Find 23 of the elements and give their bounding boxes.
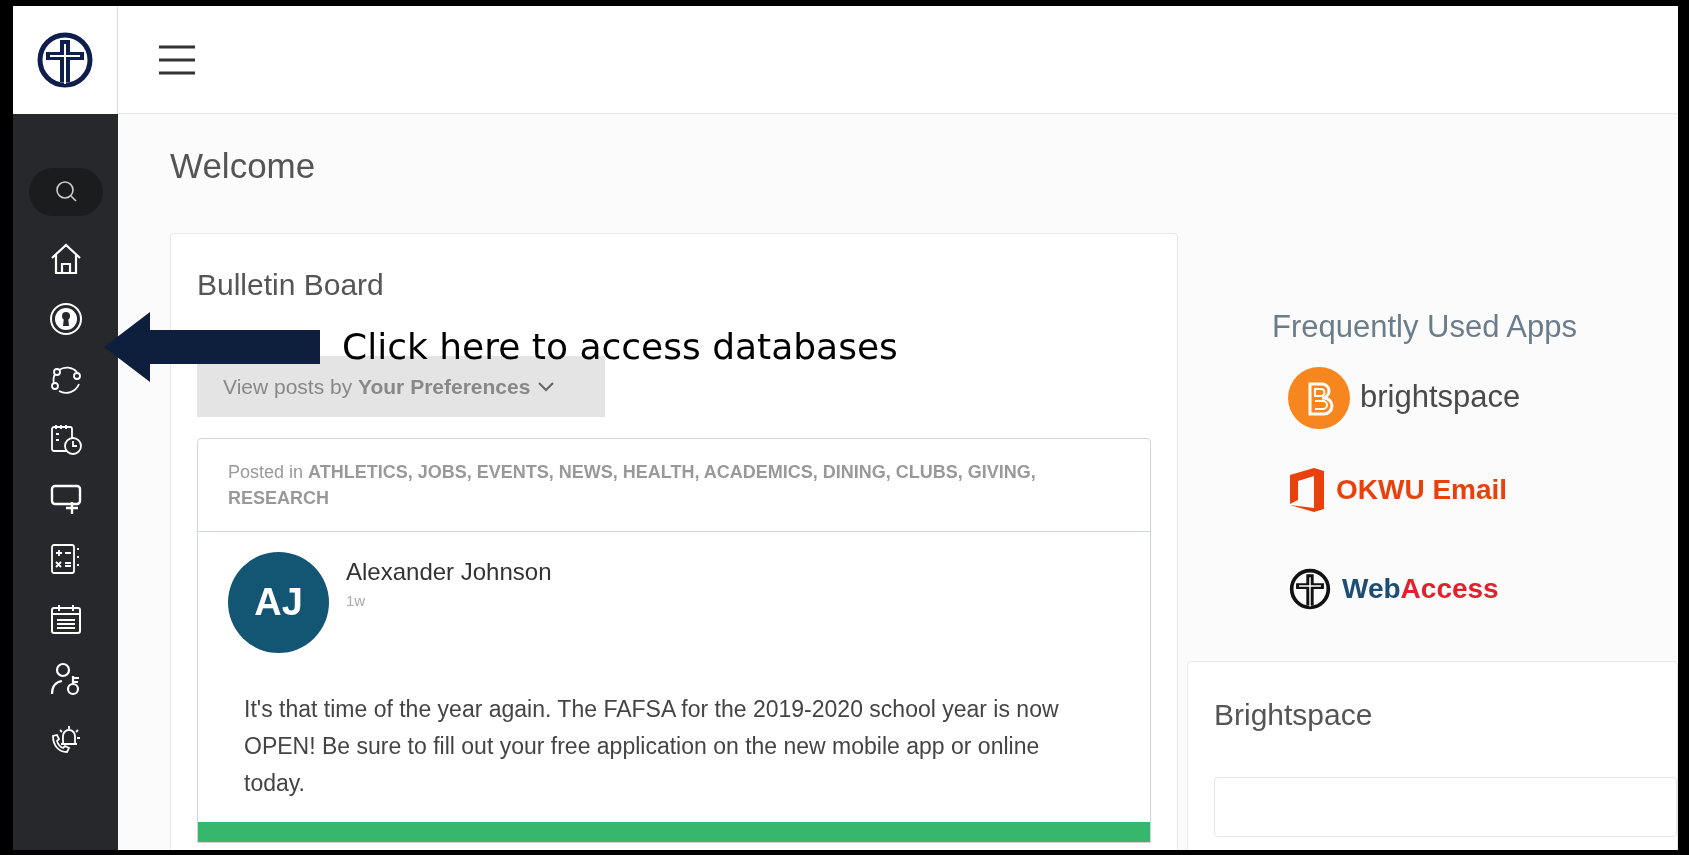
menu-icon[interactable] (158, 43, 196, 76)
calendar-list-icon[interactable] (48, 602, 83, 636)
screen-plus-icon[interactable] (48, 482, 83, 516)
brightspace-panel-title: Brightspace (1214, 696, 1374, 733)
calendar-clock-icon[interactable] (48, 422, 83, 456)
keyhole-icon[interactable] (48, 302, 83, 336)
bulletin-board-title: Bulletin Board (197, 266, 385, 303)
cross-logo-icon (1288, 566, 1332, 611)
author-name: Alexander Johnson (346, 557, 552, 588)
chevron-down-icon (538, 381, 555, 392)
letter-b-circle-icon (1288, 366, 1350, 429)
frequently-used-apps-title: Frequently Used Apps (1272, 308, 1578, 346)
app-link[interactable]: OKWU Email (1336, 468, 1508, 511)
search-icon[interactable] (28, 168, 103, 216)
post-time: 1w (346, 591, 367, 612)
app-link[interactable]: brightspace (1360, 374, 1521, 421)
avatar: AJ (228, 552, 329, 654)
cross-logo-icon[interactable] (35, 30, 95, 90)
post-text: It's that time of the year again. The FAFSA for the 2019-2020 school year is now OPEN! Be sure to fill out your free application on the new mobile app or online today. (243, 695, 1060, 799)
office-door-icon (1288, 466, 1326, 513)
page-title: Welcome (170, 145, 317, 187)
posted-in-categories: Posted in ATHLETICS, JOBS, EVENTS, NEWS, HEALTH, ACADEMICS, DINING, CLUBS, GIVING, RESEARCH (198, 439, 1150, 533)
app-link[interactable]: WebAccess (1342, 567, 1499, 610)
